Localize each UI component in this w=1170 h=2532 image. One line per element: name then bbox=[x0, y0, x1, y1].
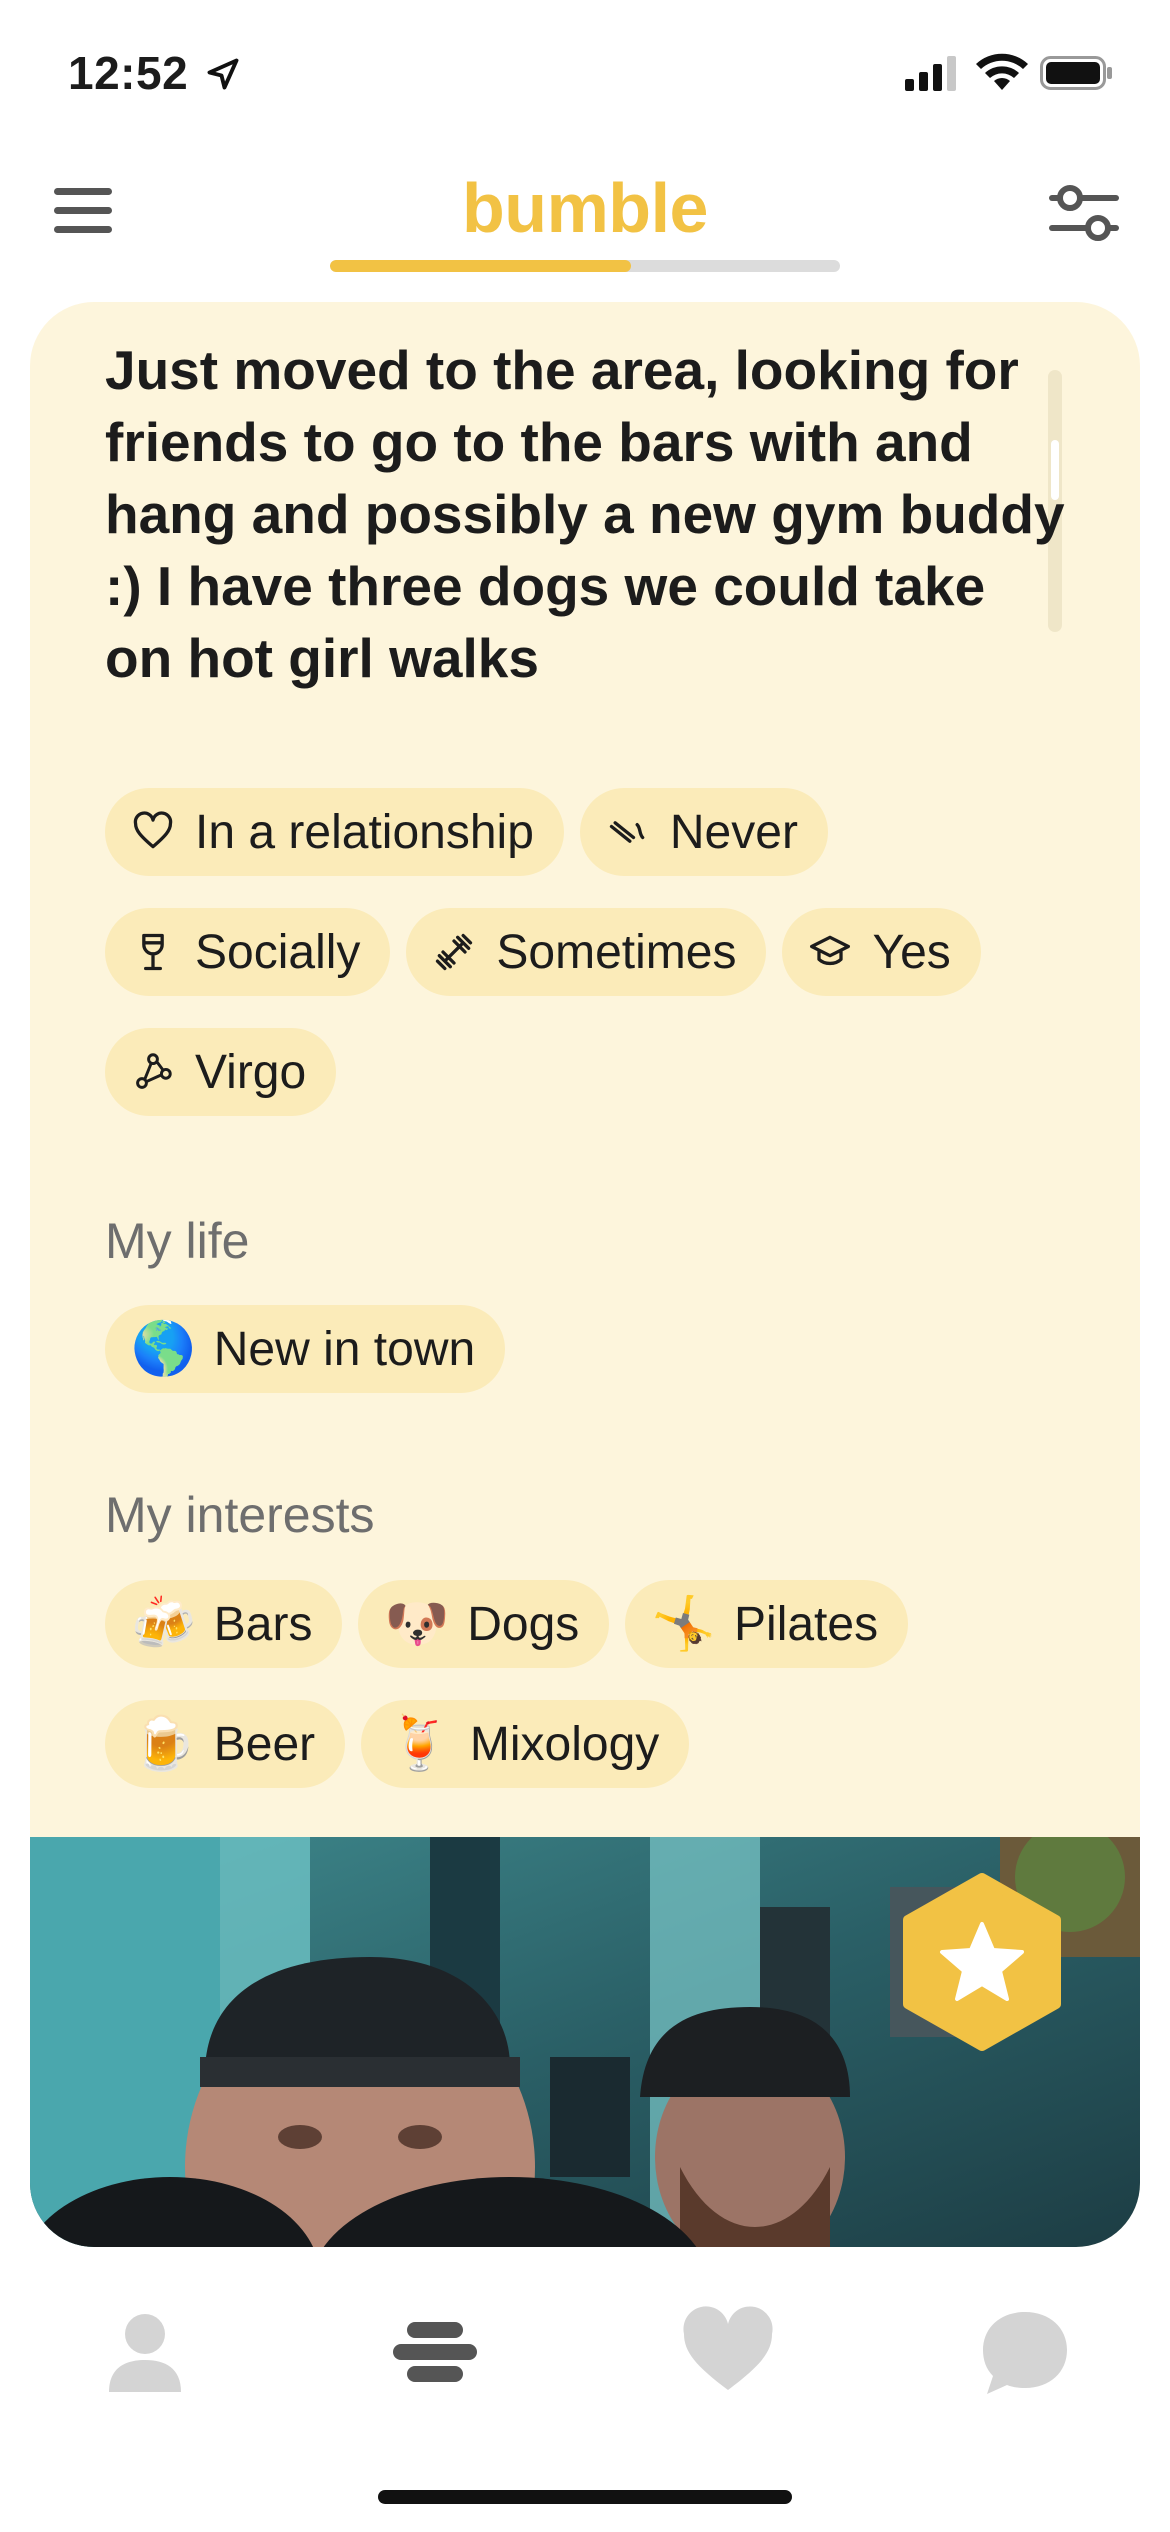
chip-label: Pilates bbox=[734, 1597, 879, 1651]
profile-tab-icon[interactable] bbox=[95, 2302, 195, 2402]
chip-relationship: In a relationship bbox=[105, 788, 564, 876]
chip-label: Beer bbox=[213, 1717, 316, 1771]
profile-card[interactable]: Just moved to the area, looking for frie… bbox=[30, 302, 1140, 2247]
chip-new-in-town: 🌎 New in town bbox=[105, 1305, 506, 1393]
my-life-title: My life bbox=[105, 1213, 250, 1269]
bumble-logo: bumble bbox=[462, 169, 708, 247]
chip-label: Yes bbox=[872, 925, 951, 979]
likes-tab-icon[interactable] bbox=[678, 2302, 778, 2402]
discover-tab-icon[interactable] bbox=[385, 2302, 485, 2402]
cartwheel-icon: 🤸 bbox=[651, 1595, 717, 1653]
status-bar: 12:52 bbox=[0, 0, 1170, 150]
my-interests-title: My interests bbox=[105, 1487, 375, 1543]
bottom-nav bbox=[0, 2270, 1170, 2440]
filter-settings-icon[interactable] bbox=[1048, 176, 1120, 248]
dumbbell-icon bbox=[436, 933, 473, 971]
superswipe-button[interactable] bbox=[892, 1872, 1072, 2052]
status-time: 12:52 bbox=[68, 47, 189, 99]
beer-mugs-icon: 🍻 bbox=[131, 1595, 196, 1653]
chip-drinking: Socially bbox=[105, 908, 391, 996]
wifi-icon bbox=[976, 53, 1028, 90]
chip-label: Bars bbox=[213, 1597, 313, 1651]
chip-education: Yes bbox=[782, 908, 981, 996]
top-header: bumble bbox=[0, 150, 1170, 300]
chip-exercise: Sometimes bbox=[406, 908, 767, 996]
progress-fill bbox=[330, 260, 631, 272]
chip-label: New in town bbox=[213, 1322, 476, 1376]
heart-outline-icon bbox=[133, 811, 173, 849]
chip-zodiac: Virgo bbox=[105, 1028, 337, 1116]
chip-label: Sometimes bbox=[496, 925, 737, 979]
chip-label: Dogs bbox=[467, 1597, 580, 1651]
chip-mixology: 🍹 Mixology bbox=[361, 1700, 690, 1788]
dog-face-icon: 🐶 bbox=[384, 1595, 450, 1653]
globe-icon: 🌎 bbox=[131, 1320, 196, 1378]
chip-bars: 🍻 Bars bbox=[105, 1580, 343, 1668]
zodiac-icon bbox=[136, 1053, 172, 1089]
wine-glass-icon bbox=[142, 933, 164, 971]
basics-chips: In a relationship Never Socially Sometim… bbox=[105, 788, 1105, 1148]
beer-mug-icon: 🍺 bbox=[131, 1715, 196, 1773]
my-interests-chips: 🍻 Bars 🐶 Dogs 🤸 Pilates 🍺 Beer 🍹 Mixolog… bbox=[105, 1580, 909, 1820]
battery-icon bbox=[1040, 56, 1112, 90]
location-arrow-icon bbox=[207, 58, 239, 90]
cellular-signal-icon bbox=[905, 56, 956, 91]
chip-dogs: 🐶 Dogs bbox=[358, 1580, 610, 1668]
cigarette-icon bbox=[609, 821, 645, 843]
chip-smoking: Never bbox=[579, 788, 828, 876]
profile-bio: Just moved to the area, looking for frie… bbox=[105, 339, 1065, 689]
chip-label: Never bbox=[669, 805, 798, 859]
chip-label: Virgo bbox=[195, 1045, 307, 1099]
chats-tab-icon[interactable] bbox=[975, 2302, 1075, 2402]
chip-label: In a relationship bbox=[195, 805, 534, 859]
chip-label: Socially bbox=[195, 925, 361, 979]
graduation-cap-icon bbox=[810, 935, 851, 966]
my-life-chips: 🌎 New in town bbox=[105, 1305, 506, 1393]
chip-beer: 🍺 Beer bbox=[105, 1700, 346, 1788]
profile-progress-bar bbox=[330, 260, 840, 272]
chip-label: Mixology bbox=[469, 1717, 660, 1771]
tropical-drink-icon: 🍹 bbox=[387, 1715, 452, 1773]
home-indicator bbox=[378, 2490, 792, 2504]
chip-pilates: 🤸 Pilates bbox=[625, 1580, 909, 1668]
